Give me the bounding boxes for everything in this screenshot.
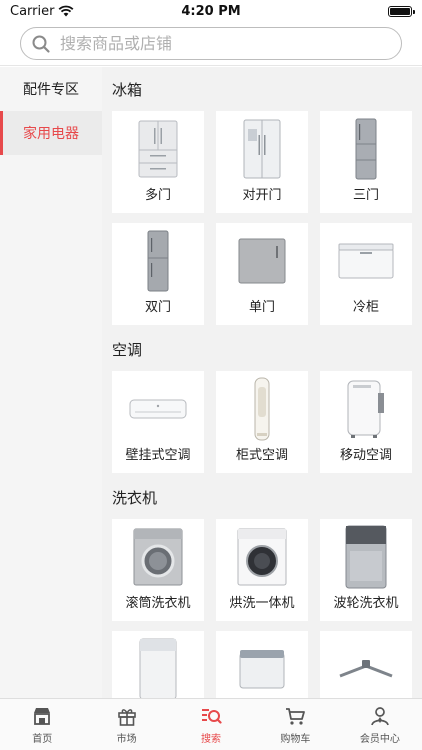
category-label: 壁挂式空调 bbox=[125, 448, 191, 463]
section-title-ac: 空调 bbox=[112, 340, 143, 359]
category-card[interactable]: 壁挂式空调 bbox=[112, 371, 204, 473]
gift-icon bbox=[117, 708, 136, 726]
category-card[interactable]: 柜式空调 bbox=[216, 371, 308, 473]
category-card[interactable]: 移动空调 bbox=[320, 371, 412, 473]
category-card[interactable]: 滚筒洗衣机 bbox=[112, 519, 204, 621]
side-by-side-fridge-icon bbox=[243, 119, 281, 179]
top-load-washer-white-icon bbox=[139, 638, 177, 698]
battery-icon bbox=[388, 5, 415, 17]
section-title-washer: 洗衣机 bbox=[112, 488, 158, 507]
cart-icon bbox=[286, 707, 306, 725]
category-label: 对开门 bbox=[242, 188, 282, 203]
clock: 4:20 PM bbox=[181, 3, 241, 19]
tab-label: 市场 bbox=[116, 733, 137, 745]
category-card[interactable]: 多门 bbox=[112, 111, 204, 213]
store-icon bbox=[34, 707, 51, 725]
category-label: 柜式空调 bbox=[235, 448, 288, 463]
single-door-fridge-icon bbox=[238, 238, 286, 284]
french-door-fridge-icon bbox=[138, 120, 178, 178]
category-card[interactable] bbox=[320, 631, 412, 698]
tower-ac-icon bbox=[254, 377, 270, 441]
category-card[interactable] bbox=[112, 631, 204, 698]
category-content[interactable]: 冰箱 多门 对开门 三门 双门 单门 冷柜 空调 壁挂式空调 柜式空调 移动空调… bbox=[102, 67, 422, 698]
category-label: 移动空调 bbox=[339, 448, 392, 463]
category-label: 波轮洗衣机 bbox=[333, 596, 399, 611]
tab-home[interactable]: 首页 bbox=[0, 699, 84, 750]
two-door-fridge-icon bbox=[147, 230, 169, 292]
tab-cart[interactable]: 购物车 bbox=[253, 699, 337, 750]
category-label: 滚筒洗衣机 bbox=[125, 596, 191, 611]
search-input[interactable] bbox=[60, 34, 360, 53]
ac-grid: 壁挂式空调 柜式空调 移动空调 bbox=[112, 371, 422, 473]
tab-bar: 首页 市场 搜索 购物车 会员中心 bbox=[0, 698, 422, 750]
tab-market[interactable]: 市场 bbox=[84, 699, 168, 750]
search-list-icon bbox=[202, 708, 222, 724]
washer-stand-icon bbox=[339, 660, 393, 678]
search-box[interactable] bbox=[20, 27, 402, 60]
category-card[interactable]: 双门 bbox=[112, 223, 204, 325]
tab-label: 首页 bbox=[32, 733, 53, 745]
category-card[interactable]: 三门 bbox=[320, 111, 412, 213]
three-door-fridge-icon bbox=[355, 118, 377, 180]
washer-dryer-icon bbox=[237, 528, 287, 586]
category-card[interactable]: 烘洗一体机 bbox=[216, 519, 308, 621]
category-card[interactable]: 单门 bbox=[216, 223, 308, 325]
tab-search[interactable]: 搜索 bbox=[169, 699, 253, 750]
twin-tub-washer-icon bbox=[239, 650, 285, 689]
search-icon bbox=[32, 35, 50, 53]
category-card[interactable] bbox=[216, 631, 308, 698]
sidebar-item-home-appliances[interactable]: 家用电器 bbox=[0, 111, 102, 155]
tab-label: 会员中心 bbox=[359, 733, 400, 745]
category-label: 冷柜 bbox=[352, 300, 379, 315]
category-card[interactable]: 对开门 bbox=[216, 111, 308, 213]
washer-grid: 滚筒洗衣机 烘洗一体机 波轮洗衣机 bbox=[112, 519, 422, 698]
status-bar: Carrier 4:20 PM bbox=[0, 0, 422, 22]
tab-label: 购物车 bbox=[280, 733, 311, 745]
category-sidebar: 配件专区 家用电器 bbox=[0, 67, 102, 698]
tab-label: 搜索 bbox=[201, 733, 222, 745]
drum-washer-icon bbox=[133, 528, 183, 586]
wall-ac-icon bbox=[129, 399, 187, 419]
search-bar bbox=[0, 22, 422, 66]
category-label: 多门 bbox=[144, 188, 171, 203]
category-label: 烘洗一体机 bbox=[229, 596, 295, 611]
chest-freezer-icon bbox=[338, 243, 394, 279]
category-label: 双门 bbox=[144, 300, 171, 315]
portable-ac-icon bbox=[347, 380, 384, 438]
category-card[interactable]: 波轮洗衣机 bbox=[320, 519, 412, 621]
member-icon bbox=[370, 706, 389, 725]
sidebar-item-accessories[interactable]: 配件专区 bbox=[0, 67, 102, 111]
category-card[interactable]: 冷柜 bbox=[320, 223, 412, 325]
category-label: 单门 bbox=[248, 300, 275, 315]
fridge-grid: 多门 对开门 三门 双门 单门 冷柜 bbox=[112, 111, 422, 325]
top-load-washer-icon bbox=[345, 525, 387, 589]
section-title-fridge: 冰箱 bbox=[112, 80, 143, 99]
category-label: 三门 bbox=[352, 188, 379, 203]
tab-member-center[interactable]: 会员中心 bbox=[338, 699, 422, 750]
